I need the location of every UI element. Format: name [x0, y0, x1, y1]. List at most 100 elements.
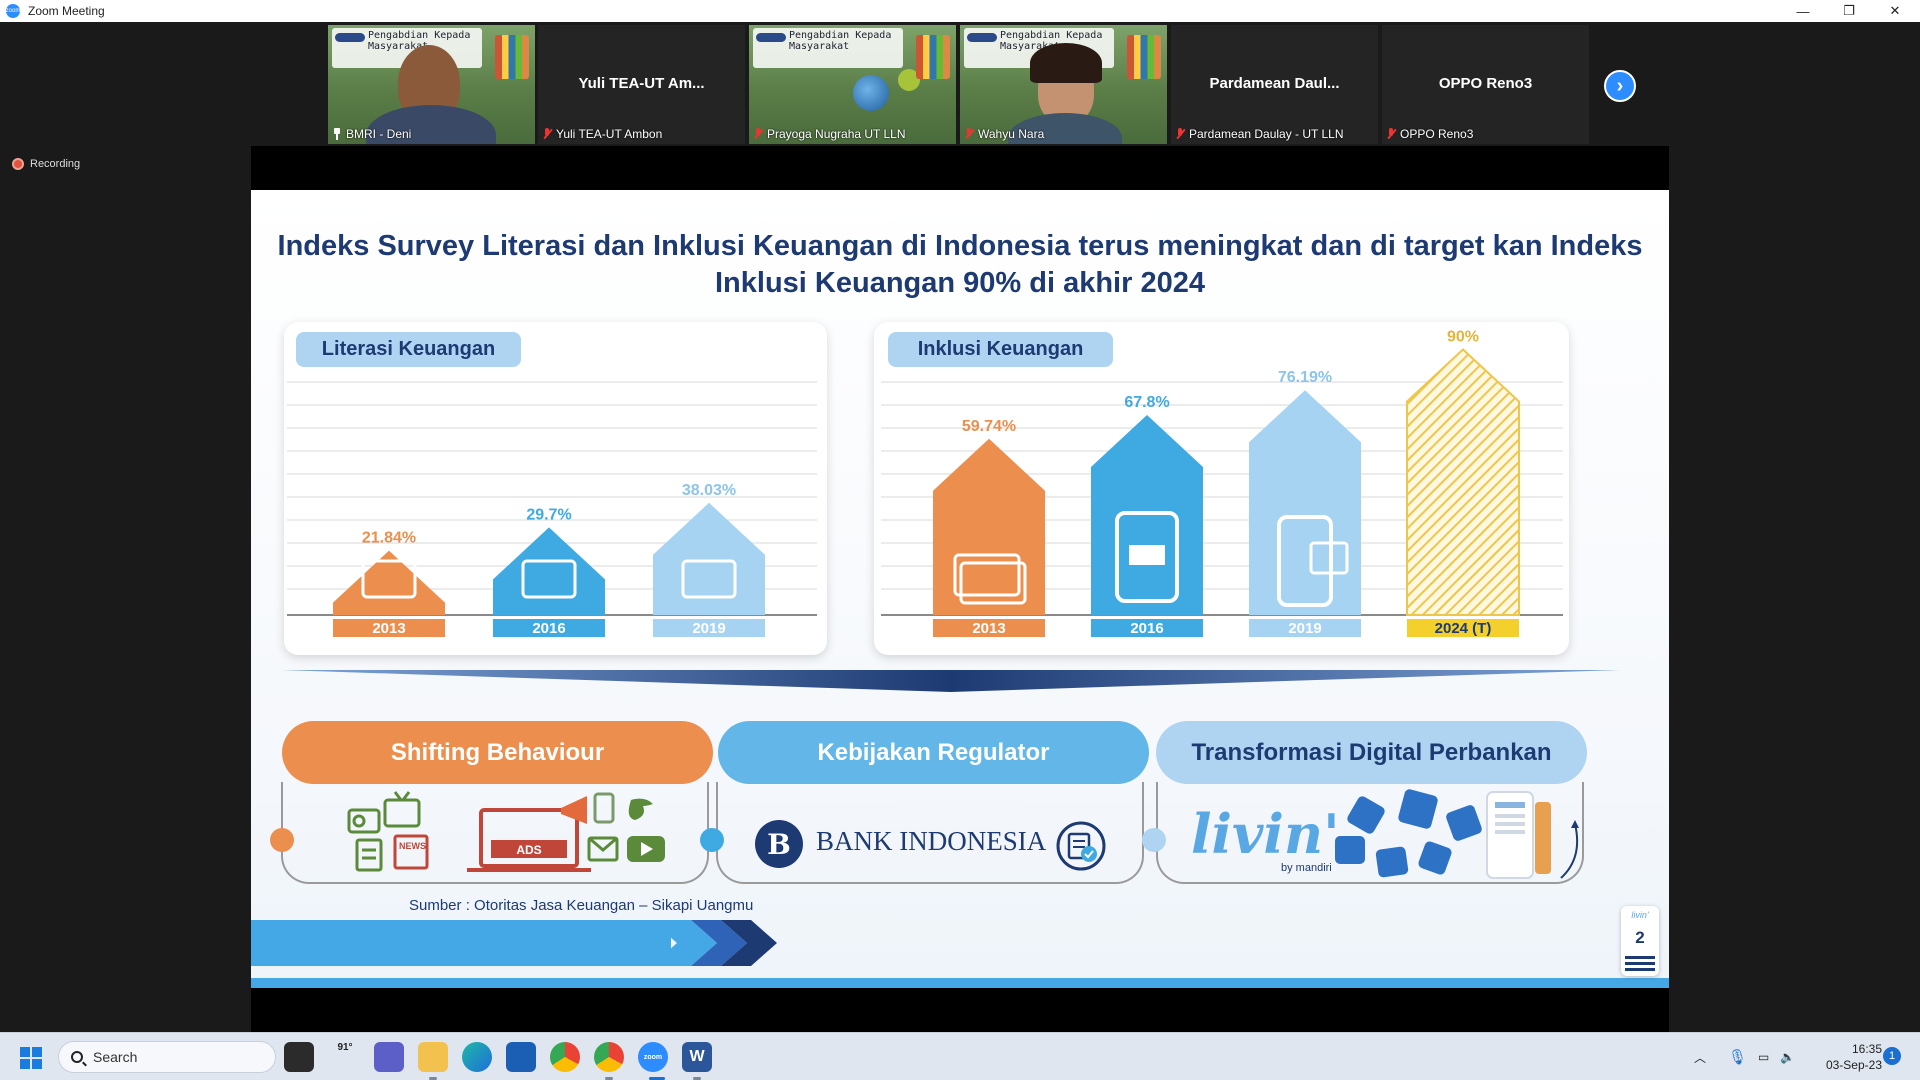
- next-participants-chevron-icon[interactable]: ›: [1604, 70, 1636, 102]
- value-label: 38.03%: [682, 482, 736, 499]
- books-icon: [495, 35, 529, 79]
- pin-icon: [332, 128, 342, 140]
- twitter-icon: [628, 798, 653, 820]
- participant-tile-oppo-reno3[interactable]: OPPO Reno3 OPPO Reno3: [1382, 25, 1589, 144]
- category-label: 2019: [1288, 620, 1321, 637]
- feature-tile-icon: [1398, 789, 1438, 829]
- cart-icon: [1129, 545, 1165, 565]
- category-label: 2024 (T): [1435, 620, 1492, 637]
- virtual-background-banner: Pengabdian Kepada Masyarakat: [753, 28, 903, 68]
- taskbar-clock[interactable]: 16:35 03-Sep-23: [1810, 1041, 1882, 1073]
- presentation-slide: Indeks Survey Literasi dan Inklusi Keuan…: [251, 190, 1669, 988]
- notification-badge[interactable]: 1: [1883, 1047, 1901, 1065]
- mic-muted-icon: [1175, 128, 1185, 140]
- phone-icon: [593, 792, 615, 824]
- document-icon: [355, 838, 383, 872]
- participant-name-tag: Yuli TEA-UT Ambon: [542, 127, 662, 141]
- word-icon[interactable]: W: [682, 1042, 712, 1072]
- value-label: 67.8%: [1124, 394, 1169, 411]
- task-view-icon[interactable]: [284, 1042, 314, 1072]
- megaphone-icon: [561, 796, 587, 824]
- windows-start-icon[interactable]: [20, 1047, 42, 1069]
- svg-text:B: B: [767, 828, 791, 861]
- volume-icon[interactable]: 🔈: [1780, 1033, 1795, 1080]
- participant-name-tag: Wahyu Nara: [964, 127, 1044, 141]
- recording-indicator[interactable]: Recording: [12, 158, 80, 170]
- kebijakan-regulator-pill: Kebijakan Regulator: [718, 721, 1149, 784]
- feature-tile-icon: [1375, 846, 1409, 878]
- zoom-taskbar-icon[interactable]: zoom: [638, 1042, 668, 1072]
- chrome-profile-icon[interactable]: [594, 1042, 624, 1072]
- bar-2016: [493, 527, 605, 615]
- teams-icon[interactable]: [374, 1042, 404, 1072]
- news-text: NEWS: [399, 841, 426, 851]
- maximize-button[interactable]: ❐: [1826, 0, 1872, 22]
- feature-tile-icon: [1335, 836, 1365, 864]
- participant-tile-bmri-deni[interactable]: Pengabdian Kepada Masyarakat BMRI - Deni: [328, 25, 535, 144]
- zoom-window: zoom Zoom Meeting — ❐ ✕ Pengabdian Kepad…: [0, 0, 1920, 1080]
- ut-logo-icon: [967, 33, 997, 42]
- checklist-icon: [1056, 821, 1106, 871]
- value-label: 59.74%: [962, 418, 1016, 435]
- file-explorer-icon[interactable]: [418, 1042, 448, 1072]
- mic-muted-icon: [542, 128, 552, 140]
- category-label: 2016: [532, 620, 565, 637]
- mic-muted-icon: [753, 128, 763, 140]
- participant-tile-yuli[interactable]: Yuli TEA-UT Am... Yuli TEA-UT Ambon: [538, 25, 745, 144]
- search-icon: [71, 1051, 83, 1063]
- globe-icon: [853, 75, 889, 111]
- mic-muted-icon: [964, 128, 974, 140]
- participant-name-tag: BMRI - Deni: [332, 127, 411, 141]
- edge-icon[interactable]: [462, 1042, 492, 1072]
- microphone-icon[interactable]: 🎙: [1728, 1033, 1747, 1080]
- light-blue-dot: [1142, 828, 1166, 852]
- participant-tile-wahyu-nara[interactable]: Pengabdian Kepada Masyarakat Wahyu Nara: [960, 25, 1167, 144]
- participant-tile-prayoga[interactable]: Pengabdian Kepada Masyarakat Prayoga Nug…: [749, 25, 956, 144]
- bar-2013: [933, 438, 1045, 615]
- taskbar-search[interactable]: Search: [58, 1041, 276, 1073]
- value-label: 29.7%: [526, 506, 571, 523]
- zoom-logo-icon: zoom: [6, 4, 20, 18]
- category-label: 2013: [972, 620, 1005, 637]
- category-label: 2016: [1130, 620, 1163, 637]
- chrome-icon[interactable]: [550, 1042, 580, 1072]
- participant-name-tag: Prayoga Nugraha UT LLN: [753, 127, 906, 141]
- category-label: 2013: [372, 620, 405, 637]
- weather-widget[interactable]: 91°: [330, 1042, 360, 1072]
- bottom-arrow-band: [251, 920, 1669, 988]
- divider-band: [281, 670, 1621, 692]
- shifting-behaviour-pill: Shifting Behaviour: [282, 721, 713, 784]
- participant-name-tag: OPPO Reno3: [1386, 127, 1473, 141]
- ut-logo-icon: [335, 33, 365, 42]
- participant-tile-pardamean[interactable]: Pardamean Daul... Pardamean Daulay - UT …: [1171, 25, 1378, 144]
- category-label: 2019: [692, 620, 725, 637]
- bar-2024T: [1406, 348, 1520, 616]
- title-bar: zoom Zoom Meeting — ❐ ✕: [0, 0, 1920, 22]
- ads-text: ADS: [516, 843, 541, 857]
- transformasi-digital-pill: Transformasi Digital Perbankan: [1156, 721, 1587, 784]
- radio-icon: [347, 808, 381, 834]
- tray-chevron-icon[interactable]: ︿: [1694, 1033, 1706, 1080]
- ut-logo-icon: [756, 33, 786, 42]
- tv-icon: [383, 791, 421, 828]
- minimize-button[interactable]: —: [1780, 0, 1826, 22]
- value-label: 76.19%: [1278, 369, 1332, 386]
- mic-muted-icon: [1386, 128, 1396, 140]
- feature-tile-icon: [1446, 805, 1482, 841]
- windows-taskbar: Search 91° zoom W ︿ 🎙 ▭ 🔈 16:35 03-Sep-2…: [0, 1032, 1920, 1080]
- store-icon[interactable]: [506, 1042, 536, 1072]
- bank-indonesia-text: BANK INDONESIA: [816, 826, 1047, 856]
- books-icon: [1127, 35, 1161, 79]
- bar-2019: [1249, 390, 1361, 615]
- feature-tile-icon: [1347, 796, 1385, 834]
- livin-logo: livin': [1191, 802, 1340, 866]
- network-icon[interactable]: ▭: [1758, 1033, 1769, 1080]
- media-icons: NEWS ADS: [347, 791, 665, 872]
- email-icon: [587, 836, 619, 862]
- blue-dot: [700, 828, 724, 852]
- record-icon: [12, 158, 24, 170]
- close-button[interactable]: ✕: [1872, 0, 1918, 22]
- phone-back-icon: [1535, 802, 1551, 874]
- window-title: Zoom Meeting: [28, 4, 105, 18]
- bank-indonesia-logo-icon: B: [755, 820, 803, 868]
